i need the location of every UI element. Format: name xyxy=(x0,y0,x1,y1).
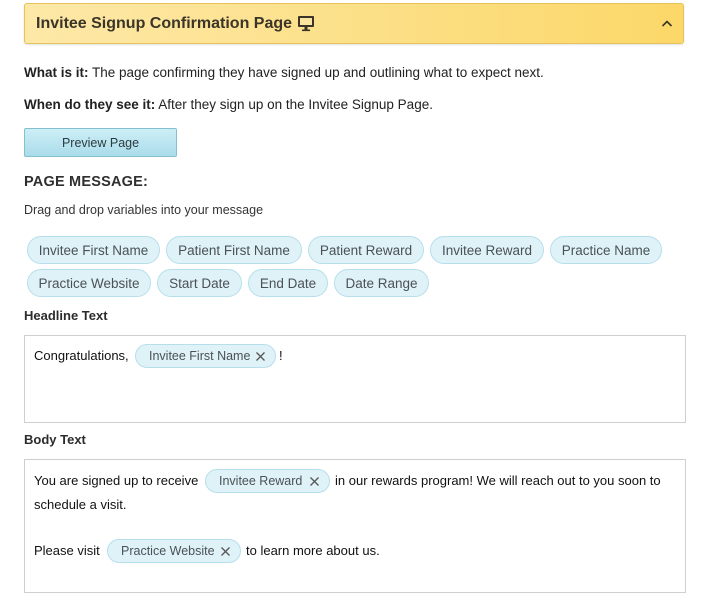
variable-token[interactable]: Invitee First Name xyxy=(135,344,276,368)
variable-chip[interactable]: Practice Website xyxy=(27,269,151,297)
token-label: Practice Website xyxy=(121,544,215,558)
variable-chip[interactable]: Start Date xyxy=(157,269,242,297)
variable-token[interactable]: Invitee Reward xyxy=(205,469,330,493)
variable-chip[interactable]: Invitee Reward xyxy=(430,236,544,264)
body-line3-after: to learn more about us. xyxy=(246,543,380,558)
what-text: The page confirming they have signed up … xyxy=(88,65,544,80)
when-line: When do they see it: After they sign up … xyxy=(24,97,433,112)
when-text: After they sign up on the Invitee Signup… xyxy=(155,97,433,112)
body-editor[interactable]: You are signed up to receive Invitee Rew… xyxy=(24,459,686,593)
variable-chip[interactable]: Patient First Name xyxy=(166,236,302,264)
token-label: Invitee Reward xyxy=(219,474,303,488)
headline-text-before: Congratulations, xyxy=(34,348,129,363)
variable-token[interactable]: Practice Website xyxy=(107,539,241,563)
body-line3-before: Please visit xyxy=(34,543,100,558)
when-label: When do they see it: xyxy=(24,97,156,112)
token-label: Invitee First Name xyxy=(149,349,251,363)
headline-editor[interactable]: Congratulations, Invitee First Name ! xyxy=(24,335,686,423)
what-label: What is it: xyxy=(24,65,89,80)
variable-chip[interactable]: Invitee First Name xyxy=(27,236,160,264)
accordion-header[interactable]: Invitee Signup Confirmation Page xyxy=(24,3,684,44)
what-is-it-line: What is it: The page confirming they hav… xyxy=(24,65,544,80)
close-icon[interactable] xyxy=(309,476,320,487)
page-message-subtitle: Drag and drop variables into your messag… xyxy=(24,203,264,217)
body-line2: schedule a visit. xyxy=(34,497,127,512)
variable-chip[interactable]: Practice Name xyxy=(550,236,662,264)
body-line1-before: You are signed up to receive xyxy=(34,473,199,488)
accordion-title: Invitee Signup Confirmation Page xyxy=(36,15,293,32)
close-icon[interactable] xyxy=(255,351,266,362)
page: Invitee Signup Confirmation Page What is… xyxy=(0,0,702,600)
headline-label: Headline Text xyxy=(24,308,108,323)
preview-page-button[interactable]: Preview Page xyxy=(24,128,177,157)
variable-chip[interactable]: Date Range xyxy=(334,269,429,297)
variable-chip[interactable]: Patient Reward xyxy=(308,236,424,264)
headline-text-after: ! xyxy=(279,348,283,363)
body-label: Body Text xyxy=(24,432,86,447)
body-line1-after: in our rewards program! We will reach ou… xyxy=(335,473,661,488)
variable-chip[interactable]: End Date xyxy=(248,269,328,297)
chevron-up-icon[interactable] xyxy=(661,19,673,28)
close-icon[interactable] xyxy=(220,546,231,557)
page-message-title: PAGE MESSAGE: xyxy=(24,174,148,190)
monitor-icon xyxy=(298,16,314,32)
